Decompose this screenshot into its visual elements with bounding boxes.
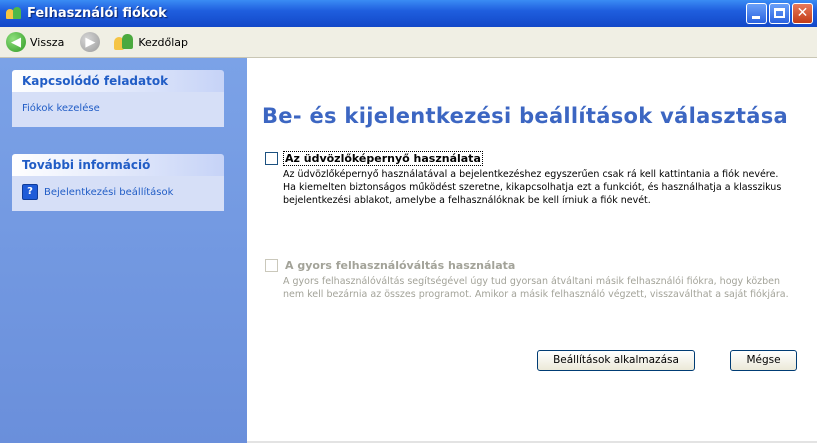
- back-arrow-icon[interactable]: ◀: [6, 32, 26, 52]
- apply-settings-button[interactable]: Beállítások alkalmazása: [537, 350, 695, 371]
- fast-user-switching-option: A gyors felhasználóváltás használata A g…: [265, 258, 789, 301]
- home-users-icon[interactable]: [114, 33, 134, 51]
- fast-user-switching-checkbox[interactable]: [265, 259, 278, 272]
- manage-accounts-link[interactable]: Fiókok kezelése: [22, 97, 214, 119]
- user-accounts-icon: [6, 6, 22, 22]
- back-button-label[interactable]: Vissza: [30, 36, 64, 49]
- more-info-title: További információ: [12, 154, 224, 176]
- related-tasks-title: Kapcsolódó feladatok: [12, 70, 224, 92]
- close-icon: ✕: [796, 5, 809, 21]
- more-info-body: ? Bejelentkezési beállítások: [12, 176, 224, 211]
- minimize-icon: [752, 16, 760, 19]
- welcome-screen-checkbox[interactable]: [265, 152, 278, 165]
- cancel-button[interactable]: Mégse: [730, 350, 797, 371]
- minimize-button[interactable]: [746, 3, 767, 24]
- window-title: Felhasználói fiókok: [27, 6, 167, 21]
- home-button-label[interactable]: Kezdőlap: [138, 36, 188, 49]
- welcome-screen-label[interactable]: Az üdvözlőképernyő használata: [283, 151, 483, 166]
- help-icon: ?: [22, 184, 38, 200]
- maximize-button[interactable]: [769, 3, 790, 24]
- page-title: Be- és kijelentkezési beállítások válasz…: [262, 104, 788, 128]
- close-button[interactable]: ✕: [792, 3, 813, 24]
- main-content: Be- és kijelentkezési beállítások válasz…: [247, 58, 817, 443]
- related-tasks-box: Kapcsolódó feladatok Fiókok kezelése: [12, 70, 224, 127]
- task-pane: Kapcsolódó feladatok Fiókok kezelése Tov…: [0, 58, 247, 443]
- welcome-screen-description: Az üdvözlőképernyő használatával a bejel…: [283, 169, 782, 206]
- related-tasks-body: Fiókok kezelése: [12, 92, 224, 127]
- fast-user-switching-description: A gyors felhasználóváltás segítségével ú…: [283, 276, 789, 300]
- title-bar: Felhasználói fiókok ✕: [0, 0, 817, 27]
- maximize-icon: [774, 8, 785, 18]
- forward-arrow-icon[interactable]: ▶: [80, 32, 101, 52]
- logon-settings-label[interactable]: Bejelentkezési beállítások: [44, 187, 173, 198]
- window-controls: ✕: [746, 3, 813, 24]
- welcome-screen-option: Az üdvözlőképernyő használata Az üdvözlő…: [265, 151, 785, 207]
- toolbar: ◀ Vissza ▶ Kezdőlap: [0, 27, 817, 58]
- logon-settings-link[interactable]: ? Bejelentkezési beállítások: [22, 181, 214, 203]
- more-info-box: További információ ? Bejelentkezési beál…: [12, 154, 224, 211]
- fast-user-switching-label[interactable]: A gyors felhasználóváltás használata: [283, 258, 517, 273]
